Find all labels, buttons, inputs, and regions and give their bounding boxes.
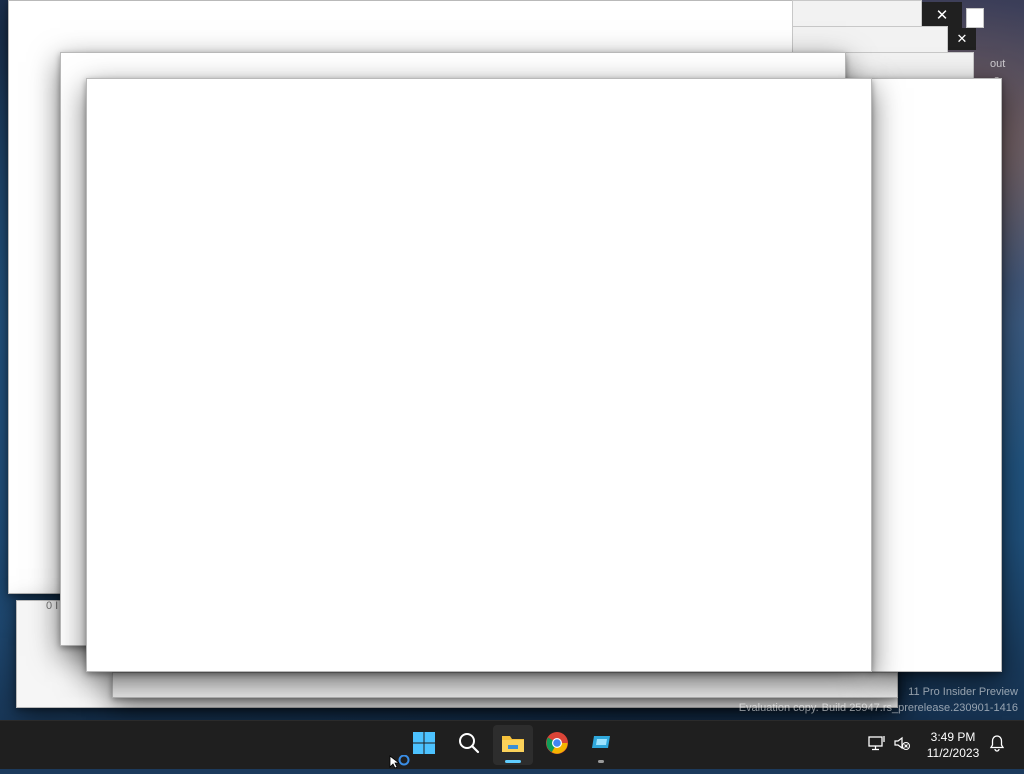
busy-cursor-icon — [389, 754, 415, 774]
watermark-build: Evaluation copy. Build 25947.rs_prerelea… — [738, 702, 1018, 714]
search-icon — [457, 731, 481, 760]
folder-icon — [500, 731, 526, 760]
network-disconnected-icon — [868, 734, 886, 757]
notifications-button[interactable] — [986, 721, 1008, 769]
close-window-button[interactable]: ✕ — [922, 2, 962, 28]
desktop-icon-label: 0 I — [46, 600, 59, 612]
running-indicator — [598, 760, 604, 763]
front-window[interactable] — [86, 78, 872, 672]
taskbar: 3:49 PM 11/2/2023 — [0, 720, 1024, 769]
remote-desktop-icon — [589, 731, 613, 760]
window-titlebar-ghost-2 — [792, 26, 948, 54]
search-button[interactable] — [449, 725, 489, 765]
close-window-button-2[interactable]: ✕ — [948, 28, 976, 50]
volume-tray-button[interactable] — [890, 721, 914, 769]
volume-muted-icon — [893, 734, 911, 757]
chrome-icon — [545, 731, 569, 760]
ghost-window-bottom-2 — [112, 672, 898, 698]
file-explorer-button[interactable] — [493, 725, 533, 765]
remote-desktop-button[interactable] — [581, 725, 621, 765]
desktop: out s ✕ ✕ 0 I 11 Pro Insider Preview Eva… — [0, 0, 1024, 720]
window-titlebar-ghost-1 — [792, 0, 922, 28]
chrome-button[interactable] — [537, 725, 577, 765]
active-indicator — [505, 760, 521, 763]
windows-logo-icon — [412, 731, 436, 760]
clock-date: 11/2/2023 — [926, 746, 980, 760]
clock[interactable]: 3:49 PM 11/2/2023 — [918, 729, 988, 761]
network-tray-button[interactable] — [864, 721, 890, 769]
bell-icon — [989, 734, 1005, 757]
desktop-text-out: out — [990, 58, 1006, 70]
window-titlebar-ghost-3 — [844, 52, 974, 80]
front-window-right-pane[interactable] — [870, 78, 1002, 672]
watermark-edition: 11 Pro Insider Preview — [908, 686, 1018, 698]
document-icon — [966, 8, 984, 28]
clock-time: 3:49 PM — [930, 730, 976, 744]
